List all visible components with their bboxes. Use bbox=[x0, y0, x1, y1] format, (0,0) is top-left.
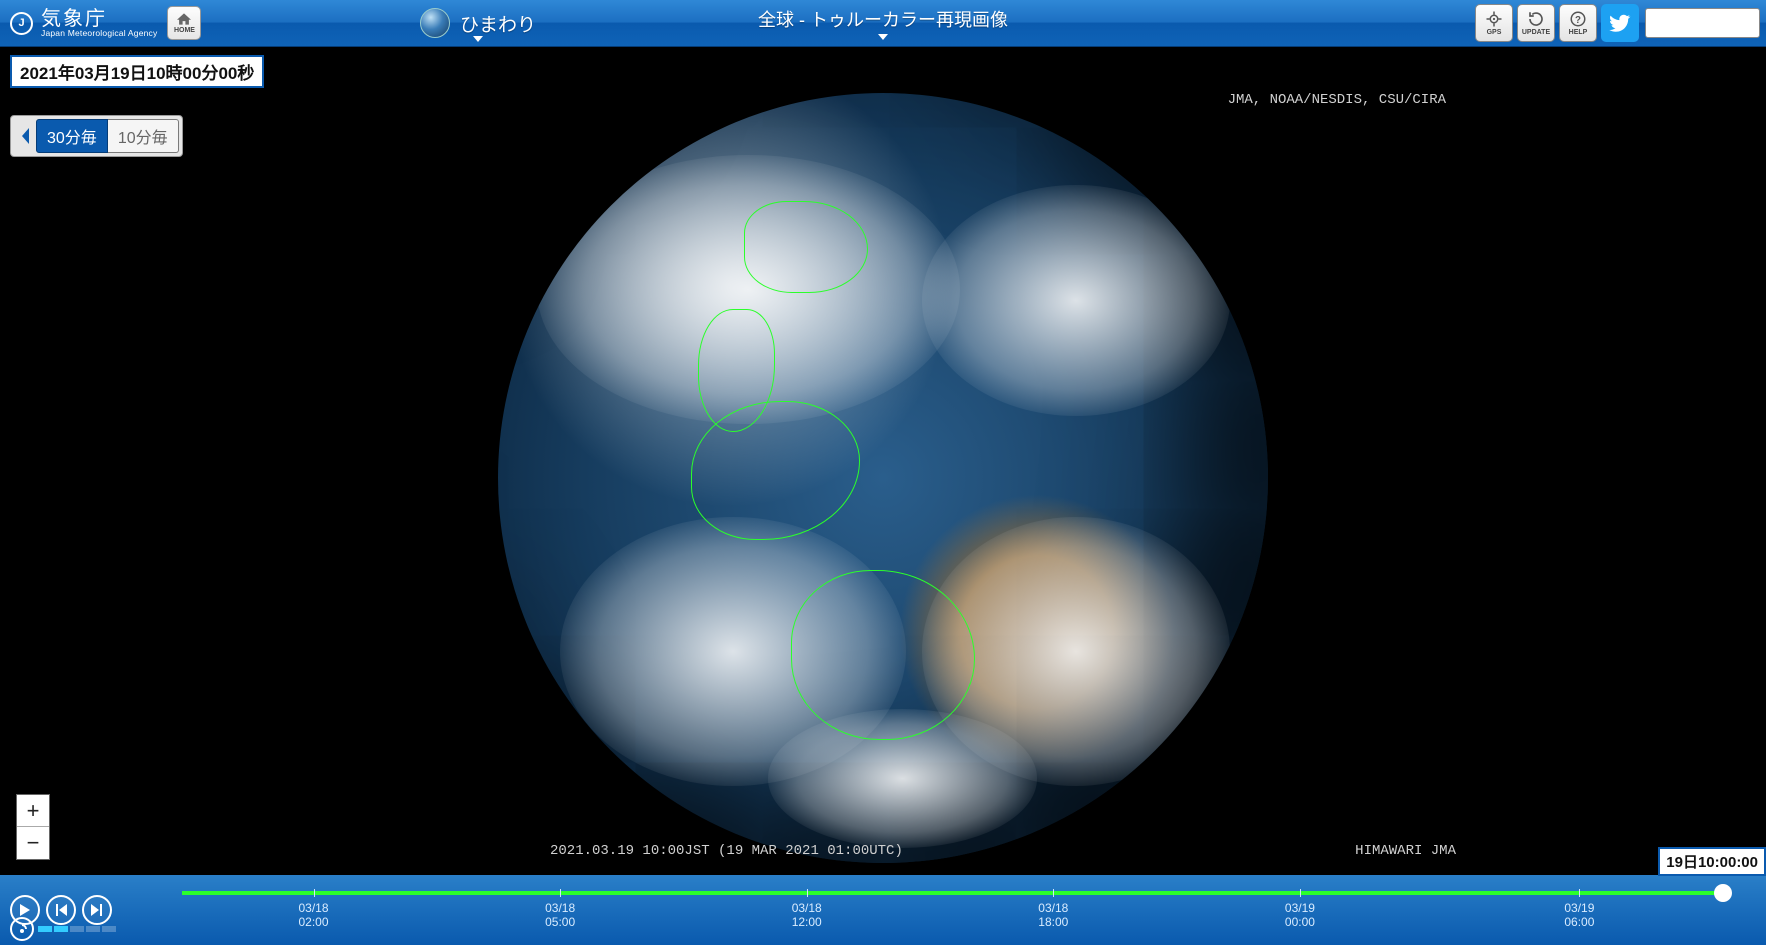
toolbar-right: GPS UPDATE ? HELP bbox=[1475, 0, 1760, 46]
top-bar: J 気象庁 Japan Meteorological Agency HOME ひ… bbox=[0, 0, 1766, 47]
interval-30min-button[interactable]: 30分毎 bbox=[36, 119, 108, 153]
interval-collapse-button[interactable] bbox=[14, 119, 36, 153]
update-label: UPDATE bbox=[1522, 29, 1550, 36]
timeline-tick-label: 03/1812:00 bbox=[792, 901, 822, 930]
agency-logo-mark: J bbox=[10, 12, 33, 35]
chevron-down-icon bbox=[473, 36, 483, 42]
help-icon: ? bbox=[1568, 10, 1588, 28]
chevron-left-icon bbox=[19, 127, 31, 145]
zoom-in-button[interactable]: + bbox=[17, 795, 49, 827]
timeline-tick-label: 03/1906:00 bbox=[1564, 901, 1594, 930]
timeline-knob[interactable] bbox=[1714, 884, 1732, 902]
interval-10min-button[interactable]: 10分毎 bbox=[108, 119, 179, 153]
agency-name-jp: 気象庁 bbox=[41, 9, 157, 29]
region-title: 全球 - トゥルーカラー再現画像 bbox=[758, 6, 1008, 32]
product-selector[interactable]: ひまわり bbox=[420, 0, 536, 46]
satellite-globe-image bbox=[498, 93, 1268, 863]
satellite-name-label: HIMAWARI JMA bbox=[1355, 843, 1456, 859]
step-forward-icon bbox=[90, 903, 104, 917]
timeline-tick-label: 03/1805:00 bbox=[545, 901, 575, 930]
update-button[interactable]: UPDATE bbox=[1517, 4, 1555, 42]
timeline-tick-label: 03/1802:00 bbox=[299, 901, 329, 930]
interval-selector: 30分毎 10分毎 bbox=[10, 115, 183, 157]
agency-name-en: Japan Meteorological Agency bbox=[41, 29, 157, 38]
speed-bar bbox=[38, 926, 116, 932]
globe-icon bbox=[420, 8, 450, 38]
gps-button[interactable]: GPS bbox=[1475, 4, 1513, 42]
credit-label: JMA, NOAA/NESDIS, CSU/CIRA bbox=[1228, 92, 1446, 108]
agency-logo-text: 気象庁 Japan Meteorological Agency bbox=[41, 9, 157, 38]
image-timestamp-label: 2021.03.19 10:00JST (19 MAR 2021 01:00UT… bbox=[550, 843, 903, 859]
map-viewport[interactable]: JMA, NOAA/NESDIS, CSU/CIRA 2021.03.19 10… bbox=[0, 47, 1766, 945]
product-name: ひまわり bbox=[460, 10, 536, 37]
zoom-control: + − bbox=[16, 794, 50, 860]
step-back-icon bbox=[54, 903, 68, 917]
gps-label: GPS bbox=[1487, 29, 1502, 36]
current-timestamp: 2021年03月19日10時00分00秒 bbox=[10, 55, 264, 88]
home-icon bbox=[175, 12, 193, 26]
timeline-track[interactable]: 19日10:00:00 03/1802:0003/1805:0003/1812:… bbox=[122, 875, 1766, 945]
svg-text:?: ? bbox=[1575, 15, 1581, 26]
home-label: HOME bbox=[174, 27, 195, 34]
timeline-current-tooltip: 19日10:00:00 bbox=[1658, 847, 1766, 876]
twitter-icon bbox=[1609, 12, 1631, 34]
refresh-icon bbox=[1526, 10, 1546, 28]
zoom-out-button[interactable]: − bbox=[17, 827, 49, 859]
twitter-button[interactable] bbox=[1601, 4, 1639, 42]
play-icon bbox=[19, 903, 31, 917]
speed-icon bbox=[10, 917, 34, 941]
help-button[interactable]: ? HELP bbox=[1559, 4, 1597, 42]
region-selector[interactable]: 全球 - トゥルーカラー再現画像 bbox=[633, 0, 1133, 46]
timeline-tick-label: 03/1818:00 bbox=[1038, 901, 1068, 930]
timeline-tick-label: 03/1900:00 bbox=[1285, 901, 1315, 930]
timeline-bar: 19日10:00:00 03/1802:0003/1805:0003/1812:… bbox=[0, 875, 1766, 945]
agency-logo[interactable]: J 気象庁 Japan Meteorological Agency bbox=[0, 9, 167, 38]
gps-icon bbox=[1484, 10, 1504, 28]
chevron-down-icon bbox=[878, 34, 888, 40]
home-button[interactable]: HOME bbox=[167, 6, 201, 40]
speed-control[interactable] bbox=[10, 917, 116, 941]
search-input[interactable] bbox=[1645, 8, 1760, 38]
help-label: HELP bbox=[1569, 29, 1588, 36]
